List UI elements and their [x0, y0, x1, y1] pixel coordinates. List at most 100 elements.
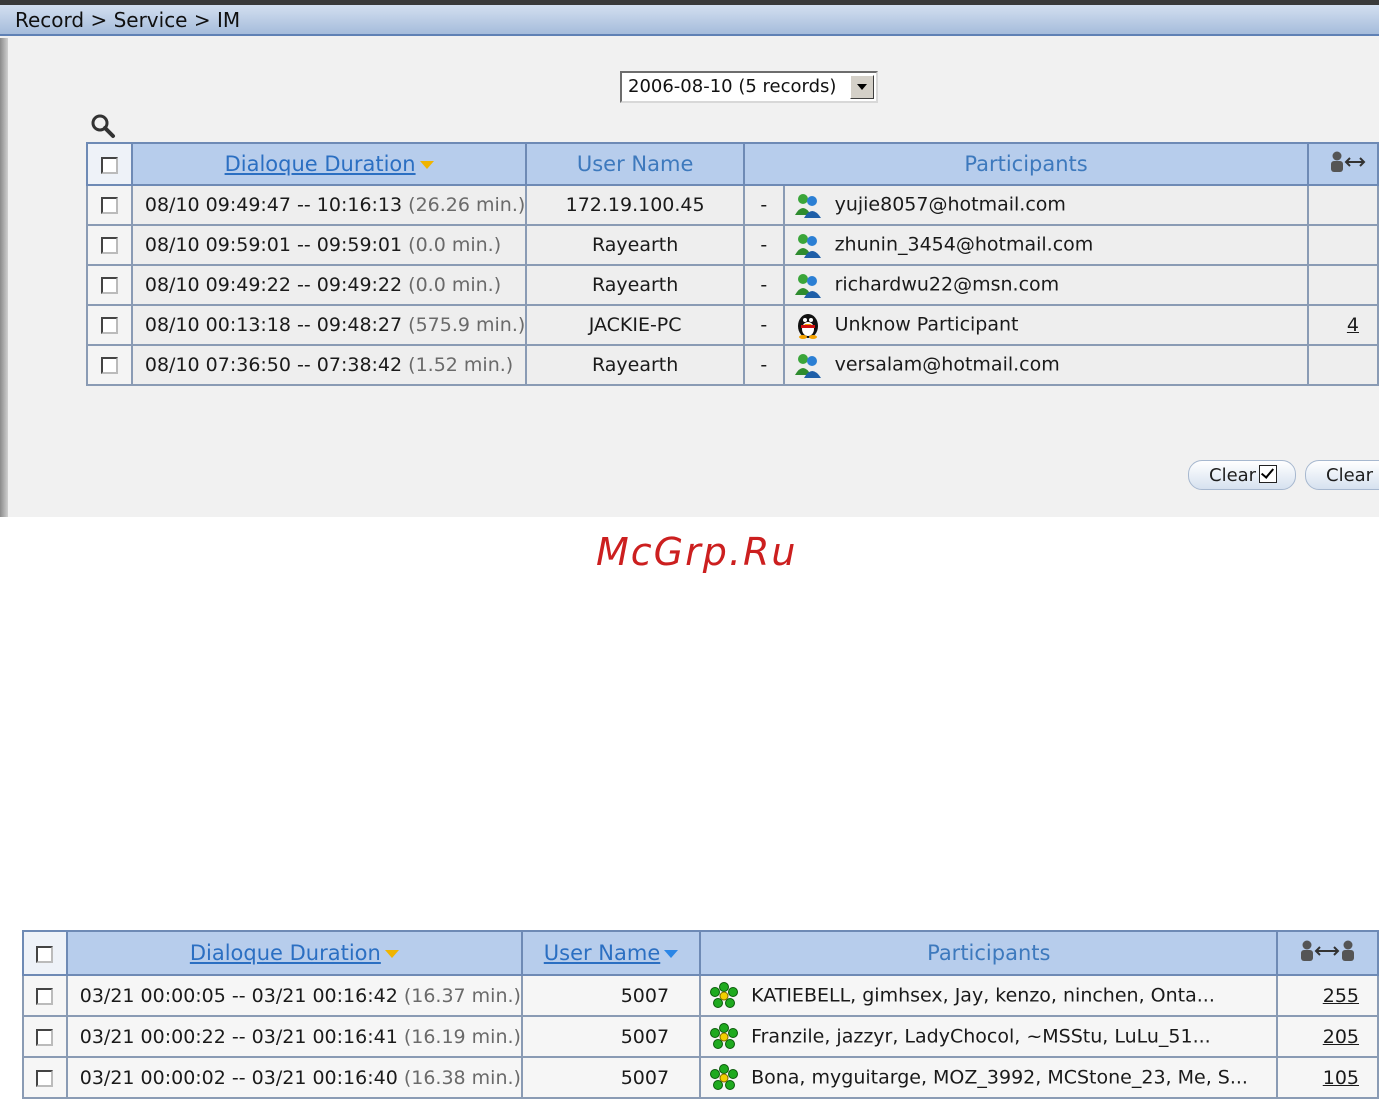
sort-desc-icon [384, 950, 399, 958]
header-dialogue-duration[interactable]: Dialoque Duration [65, 930, 523, 976]
search-icon[interactable] [90, 113, 116, 139]
select-all-checkbox[interactable] [36, 945, 54, 963]
table-header-row: Dialoque Duration User Name Participants [86, 142, 1379, 186]
duration-text: 03/21 00:00:22 -- 03/21 00:16:41 [79, 1025, 398, 1048]
participant-cell: versalam@hotmail.com [782, 344, 1310, 386]
msn-icon [793, 351, 823, 379]
row-select-cell [22, 1056, 68, 1099]
table-row[interactable]: 08/10 07:36:50 -- 07:38:42 (1.52 min.) R… [86, 344, 1379, 386]
user-name-cell: 172.19.100.45 [525, 184, 745, 226]
clear-checked-button[interactable]: Clear [1188, 460, 1296, 490]
participant-text: versalam@hotmail.com [834, 353, 1060, 376]
table-row[interactable]: 08/10 09:49:47 -- 10:16:13 (26.26 min.) … [86, 184, 1379, 226]
header-user-name: User Name [525, 142, 745, 186]
user-name-cell: Rayearth [525, 224, 745, 266]
msn-icon [793, 231, 823, 259]
duration-cell: 03/21 00:00:22 -- 03/21 00:16:41 (16.19 … [65, 1015, 523, 1058]
im-records-table: Dialoque Duration User Name Participants… [86, 142, 1379, 386]
user-name-cell: Rayearth [525, 264, 745, 306]
clear-all-button[interactable]: Clear [1305, 460, 1379, 490]
exchange-count-cell [1307, 184, 1379, 226]
icq-records-table: Dialoque Duration User Name Participants… [22, 930, 1379, 1099]
duration-minutes: (0.0 min.) [408, 274, 502, 296]
duration-minutes: (0.0 min.) [408, 234, 502, 256]
row-checkbox[interactable] [36, 1069, 54, 1087]
date-select-value: 2006-08-10 (5 records) [628, 76, 837, 97]
row-select-cell [22, 974, 68, 1017]
left-frame-border [0, 38, 8, 517]
duration-text: 08/10 07:36:50 -- 07:38:42 [144, 354, 403, 376]
user-name-cell: Rayearth [525, 344, 745, 386]
row-checkbox[interactable] [100, 357, 118, 374]
table-row[interactable]: 03/21 00:00:22 -- 03/21 00:16:41 (16.19 … [22, 1015, 1379, 1058]
sort-active-icon [664, 950, 679, 958]
exchange-count-cell [1307, 344, 1379, 386]
exchange-count-link[interactable]: 4 [1347, 314, 1359, 336]
user-name-cell: JACKIE-PC [525, 304, 745, 346]
row-select-cell [86, 224, 133, 266]
table-row[interactable]: 03/21 00:00:05 -- 03/21 00:16:42 (16.37 … [22, 974, 1379, 1017]
participant-cell: zhunin_3454@hotmail.com [782, 224, 1310, 266]
table-row[interactable]: 03/21 00:00:02 -- 03/21 00:16:40 (16.38 … [22, 1056, 1379, 1099]
duration-cell: 08/10 07:36:50 -- 07:38:42 (1.52 min.) [130, 344, 528, 386]
user-exchange-icon [1331, 151, 1366, 172]
watermark: McGrp.Ru [596, 530, 798, 574]
exchange-count-link[interactable]: 255 [1323, 985, 1359, 1007]
row-checkbox[interactable] [100, 237, 118, 254]
duration-cell: 08/10 00:13:18 -- 09:48:27 (575.9 min.) [130, 304, 528, 346]
table-row[interactable]: 08/10 09:59:01 -- 09:59:01 (0.0 min.) Ra… [86, 224, 1379, 266]
duration-cell: 03/21 00:00:05 -- 03/21 00:16:42 (16.37 … [65, 974, 523, 1017]
row-checkbox[interactable] [100, 277, 118, 294]
table-row[interactable]: 08/10 09:49:22 -- 09:49:22 (0.0 min.) Ra… [86, 264, 1379, 306]
participant-text: richardwu22@msn.com [834, 273, 1060, 296]
participant-text: Unknow Participant [834, 313, 1019, 336]
row-checkbox[interactable] [36, 1028, 54, 1046]
im-record-panel: Record > Service > IM 2006-08-10 (5 reco… [0, 0, 1379, 517]
row-select-cell [86, 184, 133, 226]
user-name-cell: 5007 [520, 1015, 702, 1058]
header-user-name[interactable]: User Name [520, 930, 702, 976]
duration-cell: 03/21 00:00:02 -- 03/21 00:16:40 (16.38 … [65, 1056, 523, 1099]
dash-cell: - [742, 304, 785, 346]
participant-text: yujie8057@hotmail.com [834, 193, 1066, 216]
sort-duration-link[interactable]: Dialoque Duration [225, 152, 416, 176]
exchange-count-link[interactable]: 105 [1323, 1067, 1359, 1089]
row-select-cell [86, 344, 133, 386]
msn-icon [793, 191, 823, 219]
dash-cell: - [742, 224, 785, 266]
row-checkbox[interactable] [100, 197, 118, 214]
duration-cell: 08/10 09:49:22 -- 09:49:22 (0.0 min.) [130, 264, 528, 306]
icq-flower-icon [709, 981, 739, 1010]
header-exchange-count [1276, 930, 1379, 976]
duration-minutes: (575.9 min.) [408, 314, 526, 336]
duration-text: 08/10 00:13:18 -- 09:48:27 [144, 314, 403, 336]
sort-desc-icon [419, 161, 434, 169]
exchange-count-link[interactable]: 205 [1323, 1026, 1359, 1048]
dropdown-arrow-icon[interactable] [850, 75, 874, 99]
row-select-cell [22, 1015, 68, 1058]
dash-cell: - [742, 264, 785, 306]
msn-icon [793, 271, 823, 299]
header-dialogue-duration[interactable]: Dialoque Duration [130, 142, 528, 186]
select-all-cell [86, 142, 133, 186]
duration-text: 08/10 09:59:01 -- 09:59:01 [144, 234, 403, 256]
row-checkbox[interactable] [36, 987, 54, 1005]
table-row[interactable]: 08/10 00:13:18 -- 09:48:27 (575.9 min.) … [86, 304, 1379, 346]
duration-cell: 08/10 09:49:47 -- 10:16:13 (26.26 min.) [130, 184, 528, 226]
duration-cell: 08/10 09:59:01 -- 09:59:01 (0.0 min.) [130, 224, 528, 266]
exchange-count-cell [1307, 224, 1379, 266]
duration-minutes: (26.26 min.) [408, 194, 526, 216]
checkbox-checked-icon [1259, 465, 1278, 483]
sort-duration-link[interactable]: Dialoque Duration [190, 941, 381, 965]
row-checkbox[interactable] [100, 317, 118, 334]
date-select[interactable]: 2006-08-10 (5 records) [620, 71, 878, 103]
user-exchange-icon [1300, 940, 1354, 961]
qq-penguin-icon [793, 311, 823, 339]
duration-minutes: (16.38 min.) [403, 1066, 521, 1089]
participant-cell: Unknow Participant [782, 304, 1310, 346]
select-all-cell [22, 930, 68, 976]
sort-user-link[interactable]: User Name [544, 941, 661, 965]
participant-text: Franzile, jazzyr, LadyChocol, ~MSStu, Lu… [751, 1025, 1211, 1047]
header-participants: Participants [742, 142, 1310, 186]
select-all-checkbox[interactable] [100, 156, 118, 174]
